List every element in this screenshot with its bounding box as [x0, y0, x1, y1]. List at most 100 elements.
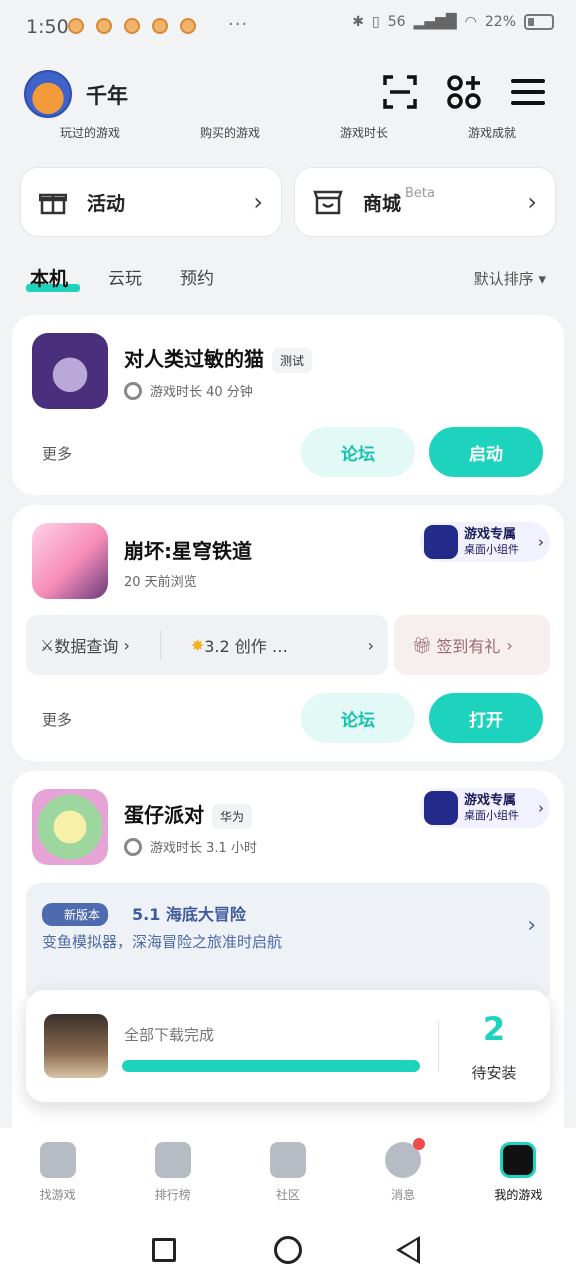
- forum-button[interactable]: 论坛: [301, 693, 415, 743]
- menu-icon[interactable]: [510, 74, 546, 110]
- widget-title: 游戏专属: [464, 527, 517, 542]
- apps-icon[interactable]: [446, 74, 482, 110]
- game-meta: 游戏时长 3.1 小时: [124, 837, 257, 856]
- new-version-badge: 新版本: [42, 903, 109, 926]
- game-icon[interactable]: [32, 333, 108, 409]
- scan-icon[interactable]: [382, 74, 418, 110]
- tab-local[interactable]: 本机: [30, 264, 68, 291]
- pending-install-count[interactable]: 2: [438, 1010, 550, 1048]
- pending-install-label[interactable]: 待安装: [438, 1062, 550, 1083]
- paw-icon: [96, 18, 112, 34]
- battery-label: 22%: [484, 14, 516, 30]
- nav-label: 社区: [275, 1188, 300, 1202]
- game-title[interactable]: 崩坏:星穹铁道: [124, 535, 252, 564]
- divider: [159, 630, 161, 660]
- nav-messages[interactable]: 消息: [353, 1138, 453, 1224]
- chevron-right-icon: ›: [506, 635, 513, 655]
- store-entry[interactable]: 商城 Beta ›: [294, 167, 556, 237]
- chevron-right-icon: ›: [538, 799, 544, 817]
- notification-icons: [68, 18, 196, 34]
- quick-actions: ⚔ 数据查询 › ✸ 3.2 创作 … ›: [26, 615, 388, 675]
- widget-subtitle: 桌面小组件: [464, 809, 519, 822]
- game-title-text: 蛋仔派对: [124, 803, 204, 827]
- nav-label: 排行榜: [154, 1188, 191, 1202]
- creation-event-link[interactable]: 3.2 创作 …: [204, 633, 288, 657]
- game-card: 蛋仔派对 华为 游戏时长 3.1 小时 游戏专属 桌面小组件 › 新版本 5.1 …: [12, 771, 564, 1171]
- game-meta: 游戏时长 40 分钟: [124, 381, 253, 400]
- tab-reserve[interactable]: 预约: [180, 264, 214, 289]
- data-query-link[interactable]: 数据查询: [54, 633, 118, 657]
- nav-label: 找游戏: [39, 1188, 76, 1202]
- game-card: 对人类过敏的猫 测试 游戏时长 40 分钟 更多 论坛 启动: [12, 315, 564, 495]
- news-title: 5.1 海底大冒险: [132, 905, 246, 924]
- sort-dropdown[interactable]: 默认排序 ▾: [474, 268, 546, 289]
- game-meta-text: 游戏时长 3.1 小时: [150, 841, 257, 856]
- widget-text: 游戏专属 桌面小组件: [464, 793, 519, 823]
- wifi-icon: ◠: [464, 14, 477, 30]
- checkin-gift-button[interactable]: 🎁︎ 签到有礼 ›: [394, 615, 550, 675]
- store-icon: [313, 190, 343, 215]
- download-progress-bar: [122, 1060, 420, 1072]
- game-tag: 华为: [212, 804, 253, 829]
- paw-icon: [180, 18, 196, 34]
- find-games-icon: [39, 1142, 76, 1178]
- gift-icon: 🎁︎: [412, 635, 433, 655]
- network-label: 56: [387, 14, 406, 30]
- checkin-gift-label: 签到有礼: [436, 637, 501, 656]
- more-link[interactable]: 更多: [42, 709, 72, 730]
- game-title[interactable]: 蛋仔派对 华为: [124, 799, 253, 829]
- rankings-icon: [154, 1142, 191, 1178]
- news-subtitle: 变鱼模拟器，深海冒险之旅准时启航: [42, 933, 283, 951]
- username[interactable]: 千年: [86, 80, 128, 110]
- system-nav-bar: [0, 1224, 576, 1280]
- signal-icon: ▂▄▆█: [413, 14, 457, 30]
- game-title[interactable]: 对人类过敏的猫 测试: [124, 343, 313, 373]
- nav-find-games[interactable]: 找游戏: [8, 1142, 108, 1224]
- chevron-right-icon: ›: [118, 635, 130, 655]
- more-link[interactable]: 更多: [42, 443, 72, 464]
- game-card: 崩坏:星穹铁道 20 天前浏览 游戏专属 桌面小组件 › ⚔ 数据查询 › ✸ …: [12, 505, 564, 761]
- more-notifications: ···: [228, 14, 249, 35]
- subtab-playtime[interactable]: 游戏时长: [340, 124, 388, 141]
- vibrate-icon: ▯: [372, 14, 380, 30]
- subtab-purchased[interactable]: 购买的游戏: [200, 124, 260, 141]
- widget-subtitle: 桌面小组件: [464, 543, 519, 556]
- nav-label: 我的游戏: [494, 1188, 543, 1202]
- game-icon[interactable]: [32, 523, 108, 599]
- chevron-right-icon: ›: [367, 635, 374, 655]
- chevron-right-icon: ›: [538, 533, 544, 551]
- back-icon[interactable]: [396, 1236, 420, 1264]
- beta-badge: Beta: [405, 186, 435, 201]
- nav-my-games[interactable]: 我的游戏: [468, 1142, 568, 1224]
- game-tag: 测试: [272, 348, 313, 373]
- gamepad-icon: [500, 1142, 537, 1178]
- status-indicators: ✱ ▯ 56 ▂▄▆█ ◠ 22%: [352, 14, 554, 30]
- subtab-played[interactable]: 玩过的游戏: [60, 124, 120, 141]
- status-time: 1:50: [26, 16, 69, 38]
- desktop-widget-button[interactable]: 游戏专属 桌面小组件 ›: [420, 788, 550, 828]
- recent-apps-icon[interactable]: [152, 1238, 176, 1262]
- chevron-right-icon: ›: [527, 913, 536, 938]
- battery-icon: [524, 14, 554, 30]
- widget-text: 游戏专属 桌面小组件: [464, 527, 519, 557]
- forum-button[interactable]: 论坛: [301, 427, 415, 477]
- download-progress-fill: [122, 1060, 420, 1072]
- tab-cloud[interactable]: 云玩: [108, 264, 142, 289]
- nav-community[interactable]: 社区: [238, 1142, 338, 1224]
- home-icon[interactable]: [274, 1236, 302, 1264]
- swords-icon: ⚔: [40, 635, 55, 655]
- subtab-achievements[interactable]: 游戏成就: [468, 124, 516, 141]
- game-icon[interactable]: [32, 789, 108, 865]
- download-popup[interactable]: 全部下载完成 2 待安装: [26, 990, 550, 1102]
- activity-entry[interactable]: 活动 ›: [20, 167, 282, 237]
- nav-rankings[interactable]: 排行榜: [123, 1142, 223, 1224]
- community-icon: [269, 1142, 306, 1178]
- avatar[interactable]: [24, 70, 72, 118]
- launch-button[interactable]: 启动: [429, 427, 543, 477]
- gift-icon: [39, 193, 67, 215]
- open-button[interactable]: 打开: [429, 693, 543, 743]
- desktop-widget-button[interactable]: 游戏专属 桌面小组件 ›: [420, 522, 550, 562]
- timer-icon: [124, 837, 142, 856]
- paw-icon: [124, 18, 140, 34]
- news-banner[interactable]: 新版本 5.1 海底大冒险 变鱼模拟器，深海冒险之旅准时启航 ›: [26, 883, 550, 1003]
